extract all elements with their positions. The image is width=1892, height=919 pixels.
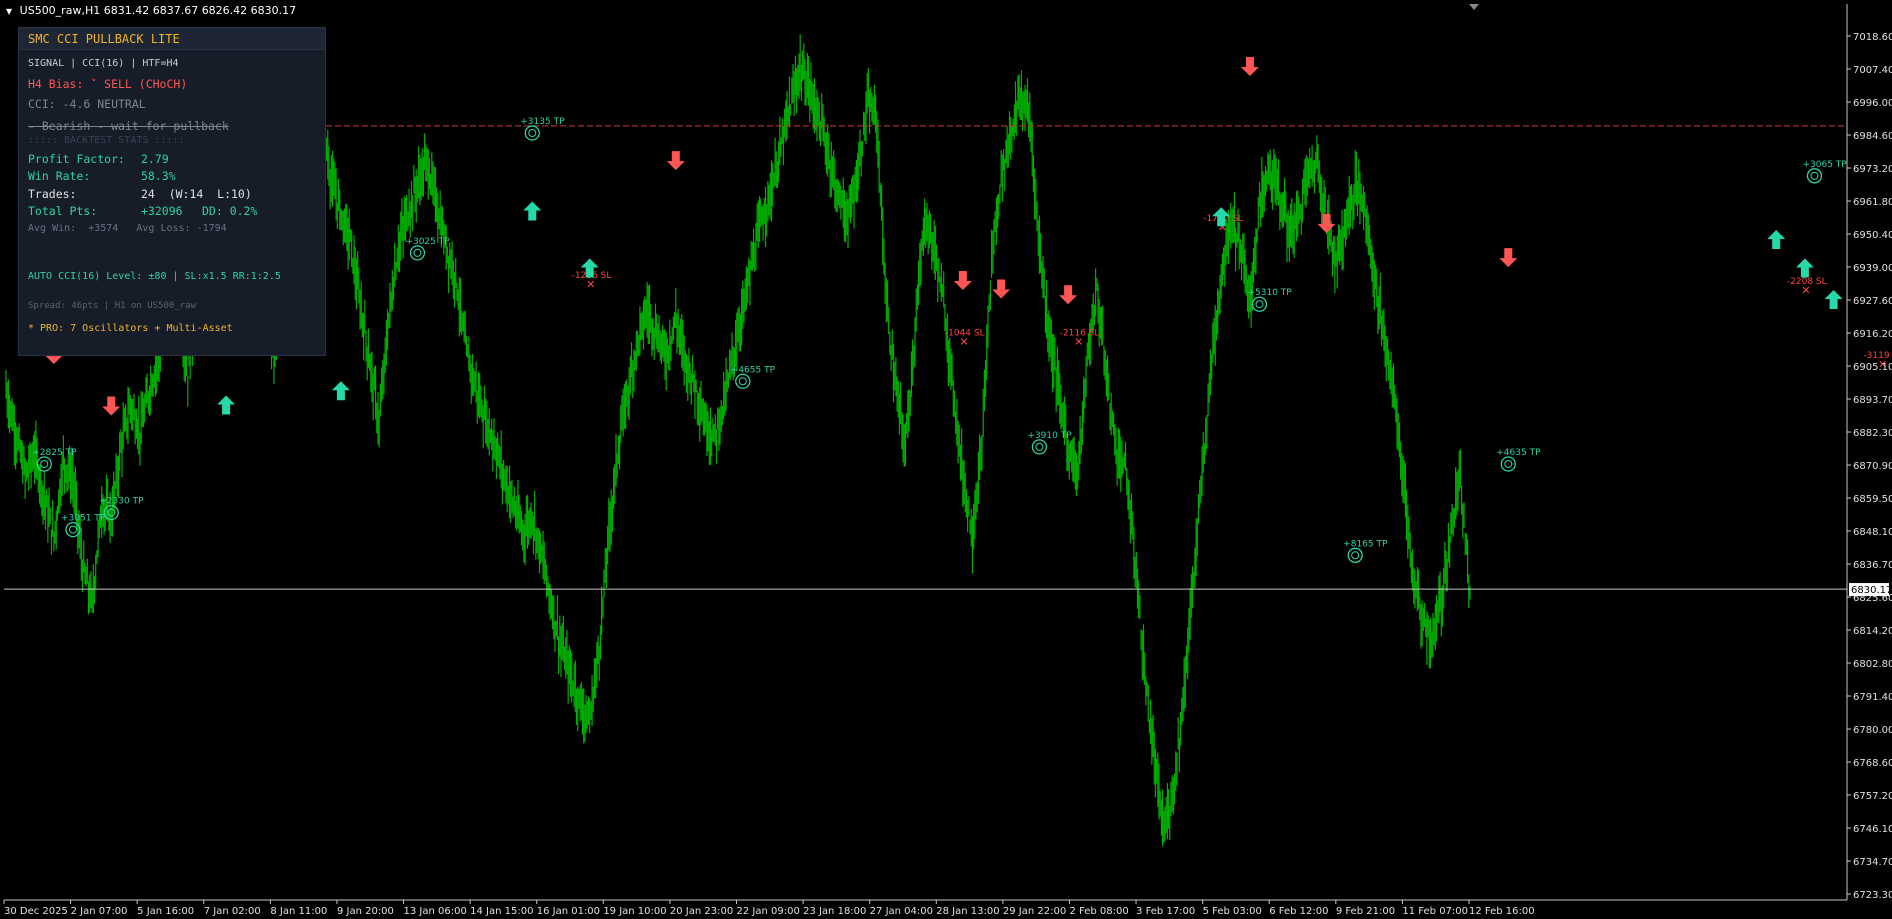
signal-line: SIGNAL | CCI(16) | HTF=H4 bbox=[28, 58, 179, 69]
tp-label: +3135 TP bbox=[520, 117, 565, 127]
backtest-header: ::::: BACKTEST STATS ::::: bbox=[28, 135, 185, 146]
price-tick-label: 6996.00 bbox=[1853, 98, 1892, 109]
tp-label: +5310 TP bbox=[1247, 288, 1292, 298]
price-tick-label: 6734.70 bbox=[1853, 857, 1892, 868]
price-tick-label: 6870.90 bbox=[1853, 461, 1892, 472]
trades-value: 24 (W:14 L:10) bbox=[141, 187, 252, 201]
tp-label: +2825 TP bbox=[32, 448, 77, 458]
avg-win-loss: Avg Win: +3574 Avg Loss: -1794 bbox=[28, 223, 227, 234]
time-tick-label: 5 Feb 03:00 bbox=[1203, 906, 1262, 917]
chart-header: ▼ US500_raw,H1 6831.42 6837.67 6826.42 6… bbox=[0, 0, 296, 22]
price-tick-label: 6961.80 bbox=[1853, 197, 1892, 208]
panel-title: SMC CCI PULLBACK LITE bbox=[19, 28, 325, 50]
drawdown-value: DD: 0.2% bbox=[202, 204, 258, 218]
sl-label: -2208 SL bbox=[1787, 277, 1827, 287]
auto-settings-line: AUTO CCI(16) Level: ±80 | SL:x1.5 RR:1:2… bbox=[28, 271, 281, 282]
price-tick-label: 6746.10 bbox=[1853, 824, 1892, 835]
total-points-label: Total Pts: bbox=[28, 204, 98, 218]
price-tick-label: 6939.00 bbox=[1853, 263, 1892, 274]
price-tick-label: 6973.20 bbox=[1853, 164, 1892, 175]
trades-label: Trades: bbox=[28, 187, 77, 201]
price-tick-label: 6836.70 bbox=[1853, 560, 1892, 571]
time-tick-label: 20 Jan 23:00 bbox=[670, 906, 733, 917]
price-tick-label: 7007.40 bbox=[1853, 65, 1892, 76]
time-tick-label: 9 Feb 21:00 bbox=[1336, 906, 1395, 917]
tp-label: +2330 TP bbox=[99, 497, 144, 507]
tp-label: +3910 TP bbox=[1027, 431, 1072, 441]
price-tick-label: 6882.30 bbox=[1853, 428, 1892, 439]
time-tick-label: 2 Feb 08:00 bbox=[1069, 906, 1128, 917]
time-tick-label: 2 Jan 07:00 bbox=[71, 906, 128, 917]
indicator-panel: SMC CCI PULLBACK LITE SIGNAL | CCI(16) |… bbox=[18, 27, 326, 356]
tp-label: +4635 TP bbox=[1496, 448, 1541, 458]
time-tick-label: 28 Jan 13:00 bbox=[936, 906, 999, 917]
sl-label: -3119 SL bbox=[1863, 351, 1892, 361]
ohlc-label: 6831.42 6837.67 6826.42 6830.17 bbox=[103, 4, 297, 17]
time-tick-label: 23 Jan 18:00 bbox=[803, 906, 866, 917]
sl-label: -2116 SL bbox=[1060, 328, 1100, 338]
time-tick-label: 22 Jan 09:00 bbox=[737, 906, 800, 917]
current-price-tag: 6830.17 bbox=[1849, 583, 1892, 597]
price-tick-label: 6927.60 bbox=[1853, 296, 1892, 307]
tp-label: +4655 TP bbox=[731, 365, 776, 375]
win-rate-value: 58.3% bbox=[141, 169, 176, 183]
price-tick-label: 6905.10 bbox=[1853, 362, 1892, 373]
current-price-label: 6830.17 bbox=[1851, 585, 1892, 596]
sl-label: -1044 SL bbox=[945, 328, 985, 338]
price-tick-label: 6848.10 bbox=[1853, 527, 1892, 538]
cci-line: CCI: -4.6 NEUTRAL bbox=[28, 97, 146, 111]
time-tick-label: 29 Jan 22:00 bbox=[1003, 906, 1066, 917]
time-tick-label: 27 Jan 04:00 bbox=[870, 906, 933, 917]
price-tick-label: 6757.20 bbox=[1853, 791, 1892, 802]
price-tick-label: 6893.70 bbox=[1853, 395, 1892, 406]
time-tick-label: 9 Jan 20:00 bbox=[337, 906, 394, 917]
tp-label: +3065 TP bbox=[1802, 160, 1847, 170]
time-tick-label: 14 Jan 15:00 bbox=[470, 906, 533, 917]
time-tick-label: 6 Feb 12:00 bbox=[1269, 906, 1328, 917]
price-tick-label: 6791.40 bbox=[1853, 692, 1892, 703]
time-tick-label: 30 Dec 2025 bbox=[4, 906, 68, 917]
price-tick-label: 6950.40 bbox=[1853, 230, 1892, 241]
symbol-label: US500_raw,H1 bbox=[19, 4, 101, 17]
collapse-triangle-icon[interactable]: ▼ bbox=[6, 7, 12, 16]
price-tick-label: 6780.00 bbox=[1853, 725, 1892, 736]
win-rate-label: Win Rate: bbox=[28, 169, 91, 183]
time-tick-label: 16 Jan 01:00 bbox=[537, 906, 600, 917]
time-tick-label: 13 Jan 06:00 bbox=[404, 906, 467, 917]
time-tick-label: 3 Feb 17:00 bbox=[1136, 906, 1195, 917]
bias-line: H4 Bias: ˇ SELL (CHoCH) bbox=[28, 77, 188, 91]
price-tick-label: 6814.20 bbox=[1853, 626, 1892, 637]
tp-label: +8165 TP bbox=[1343, 539, 1388, 549]
time-tick-label: 12 Feb 16:00 bbox=[1469, 906, 1535, 917]
price-tick-label: 6984.60 bbox=[1853, 131, 1892, 142]
pro-upgrade-line: * PRO: 7 Oscillators + Multi-Asset bbox=[28, 323, 233, 334]
time-tick-label: 7 Jan 02:00 bbox=[204, 906, 261, 917]
pullback-note: - Bearish - wait for pullback bbox=[28, 119, 229, 133]
time-tick-label: 19 Jan 10:00 bbox=[603, 906, 666, 917]
price-tick-label: 7018.60 bbox=[1853, 32, 1892, 43]
spread-line: Spread: 46pts | H1 on US500_raw bbox=[28, 301, 196, 311]
price-tick-label: 6723.30 bbox=[1853, 890, 1892, 901]
price-tick-label: 6802.80 bbox=[1853, 659, 1892, 670]
price-tick-label: 6859.50 bbox=[1853, 494, 1892, 505]
time-tick-label: 8 Jan 11:00 bbox=[270, 906, 327, 917]
profit-factor-value: 2.79 bbox=[141, 152, 169, 166]
time-tick-label: 11 Feb 07:00 bbox=[1402, 906, 1468, 917]
profit-factor-label: Profit Factor: bbox=[28, 152, 125, 166]
tp-label: +3051 TP bbox=[61, 514, 106, 524]
time-tick-label: 5 Jan 16:00 bbox=[137, 906, 194, 917]
price-tick-label: 6916.20 bbox=[1853, 329, 1892, 340]
price-tick-label: 6768.60 bbox=[1853, 758, 1892, 769]
tp-label: +3025 TP bbox=[405, 237, 450, 247]
total-points-value: +32096 bbox=[141, 204, 183, 218]
